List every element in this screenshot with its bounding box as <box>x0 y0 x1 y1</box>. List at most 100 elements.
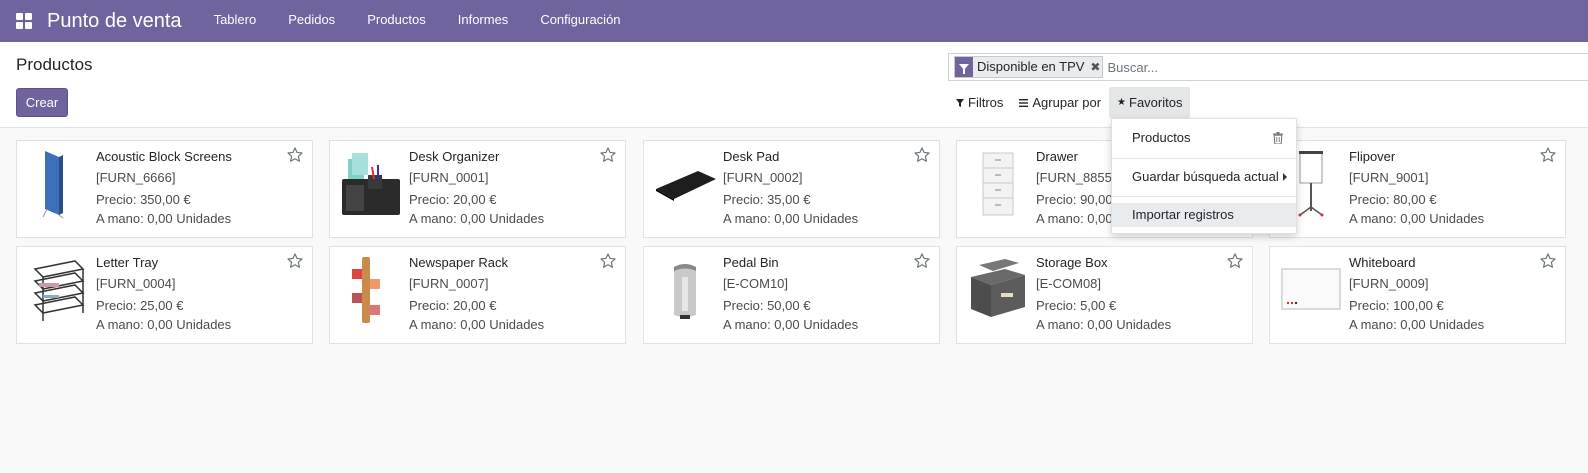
product-card[interactable]: Flipover [FURN_9001] Precio: 80,00 € A mano… <box>1269 140 1566 238</box>
facet-remove-icon[interactable]: ✖ <box>1088 57 1102 77</box>
product-code: [FURN_0001] <box>409 170 489 185</box>
star-icon[interactable] <box>286 146 304 164</box>
create-button[interactable]: Crear <box>16 88 68 117</box>
favorite-item-label: Productos <box>1132 130 1191 145</box>
product-image <box>965 255 1031 325</box>
product-card[interactable]: Whiteboard [FURN_0009] Precio: 100,00 € A m… <box>1269 246 1566 344</box>
product-card[interactable]: Pedal Bin [E-COM10] Precio: 50,00 € A mano:… <box>643 246 940 344</box>
product-stock: A mano: 0,00 Unidades <box>723 317 859 332</box>
caret-right-icon <box>1283 173 1287 181</box>
menu-configuracion[interactable]: Configuración <box>524 0 636 42</box>
product-stock: A mano: 0,00 Unidades <box>1349 211 1485 226</box>
save-search-item[interactable]: Guardar búsqueda actual <box>1112 165 1296 189</box>
product-stock: A mano: 0,00 Unidades <box>723 211 859 226</box>
product-image <box>338 255 404 325</box>
product-image <box>25 149 91 219</box>
filter-icon <box>955 57 973 77</box>
filters-label: Filtros <box>968 95 1004 110</box>
menu-pedidos[interactable]: Pedidos <box>272 0 351 42</box>
product-stock: A mano: 0,00 Unidades <box>96 317 232 332</box>
import-records-item[interactable]: Importar registros <box>1112 203 1296 227</box>
dropdown-divider <box>1112 196 1296 197</box>
product-code: [E-COM08] <box>1036 276 1102 291</box>
product-stock: A mano: 0,00 Unidades <box>409 317 545 332</box>
product-name: Desk Organizer <box>409 149 500 164</box>
search-options: Filtros Agrupar por ★ Favoritos <box>948 87 1191 118</box>
menu-tablero[interactable]: Tablero <box>198 0 273 42</box>
product-code: [FURN_0002] <box>723 170 803 185</box>
product-name: Whiteboard <box>1349 255 1416 270</box>
page-title: Productos <box>16 55 93 74</box>
product-image <box>25 255 91 325</box>
star-icon[interactable] <box>1226 252 1244 270</box>
bars-icon <box>1019 98 1029 107</box>
product-stock: A mano: 0,00 Unidades <box>1036 317 1172 332</box>
product-price: Precio: 350,00 € <box>96 192 191 207</box>
favorites-button[interactable]: ★ Favoritos <box>1109 87 1191 118</box>
save-search-label: Guardar búsqueda actual <box>1132 169 1279 184</box>
product-name: Flipover <box>1349 149 1396 164</box>
product-name: Pedal Bin <box>723 255 779 270</box>
product-price: Precio: 25,00 € <box>96 298 184 313</box>
groupby-button[interactable]: Agrupar por <box>1011 87 1109 118</box>
app-brand[interactable]: Punto de venta <box>47 10 182 33</box>
product-code: [E-COM10] <box>723 276 789 291</box>
product-price: Precio: 5,00 € <box>1036 298 1117 313</box>
product-price: Precio: 35,00 € <box>723 192 811 207</box>
product-card[interactable]: Letter Tray [FURN_0004] Precio: 25,00 € A m… <box>16 246 313 344</box>
dropdown-divider <box>1112 158 1296 159</box>
filters-button[interactable]: Filtros <box>948 87 1011 118</box>
product-price: Precio: 100,00 € <box>1349 298 1444 313</box>
favorite-item-productos[interactable]: Productos <box>1112 126 1296 150</box>
product-image <box>1278 255 1344 325</box>
product-name: Drawer <box>1036 149 1078 164</box>
product-code: [FURN_6666] <box>96 170 176 185</box>
product-code: [FURN_9001] <box>1349 170 1429 185</box>
product-code: [FURN_8855] <box>1036 170 1116 185</box>
apps-grid-icon[interactable] <box>16 13 32 29</box>
product-price: Precio: 20,00 € <box>409 298 497 313</box>
product-stock: A mano: 0,00 Unidades <box>409 211 545 226</box>
star-icon[interactable] <box>1539 252 1557 270</box>
product-name: Storage Box <box>1036 255 1108 270</box>
search-input[interactable] <box>1107 59 1588 75</box>
facet-label: Disponible en TPV <box>977 59 1085 74</box>
control-panel: Productos Crear Disponible en TPV ✖ Filt… <box>0 42 1588 128</box>
product-name: Newspaper Rack <box>409 255 508 270</box>
product-image <box>338 149 404 219</box>
product-card[interactable]: Newspaper Rack [FURN_0007] Precio: 20,00 €… <box>329 246 626 344</box>
star-icon[interactable] <box>599 252 617 270</box>
star-icon[interactable] <box>913 252 931 270</box>
trash-icon[interactable] <box>1273 132 1283 144</box>
product-image <box>652 149 718 219</box>
star-icon[interactable] <box>913 146 931 164</box>
product-name: Acoustic Block Screens <box>96 149 232 164</box>
product-code: [FURN_0004] <box>96 276 176 291</box>
import-records-label: Importar registros <box>1132 207 1234 222</box>
top-navbar: Punto de venta Tablero Pedidos Productos… <box>0 0 1588 42</box>
filter-icon <box>956 98 964 107</box>
product-card[interactable]: Desk Pad [FURN_0002] Precio: 35,00 € A mano… <box>643 140 940 238</box>
product-name: Desk Pad <box>723 149 780 164</box>
star-icon[interactable] <box>1539 146 1557 164</box>
product-image <box>652 255 718 325</box>
star-icon[interactable] <box>599 146 617 164</box>
product-price: Precio: 80,00 € <box>1349 192 1437 207</box>
product-price: Precio: 20,00 € <box>409 192 497 207</box>
favorites-dropdown: Productos Guardar búsqueda actual Import… <box>1111 118 1297 234</box>
star-icon: ★ <box>1117 97 1127 108</box>
star-icon[interactable] <box>286 252 304 270</box>
product-card[interactable]: Desk Organizer [FURN_0001] Precio: 20,00 €… <box>329 140 626 238</box>
search-facet: Disponible en TPV ✖ <box>954 56 1104 78</box>
product-card[interactable]: Acoustic Block Screens [FURN_6666] Precio:… <box>16 140 313 238</box>
product-name: Letter Tray <box>96 255 159 270</box>
search-bar[interactable]: Disponible en TPV ✖ <box>948 53 1588 81</box>
menu-informes[interactable]: Informes <box>442 0 525 42</box>
product-stock: A mano: 0,00 Unidades <box>1349 317 1485 332</box>
groupby-label: Agrupar por <box>1032 95 1102 110</box>
product-card[interactable]: Storage Box [E-COM08] Precio: 5,00 € A mano… <box>956 246 1253 344</box>
product-stock: A mano: 0,00 Unidades <box>96 211 232 226</box>
menu-productos[interactable]: Productos <box>351 0 442 42</box>
product-code: [FURN_0009] <box>1349 276 1429 291</box>
favorites-label: Favoritos <box>1129 95 1183 110</box>
